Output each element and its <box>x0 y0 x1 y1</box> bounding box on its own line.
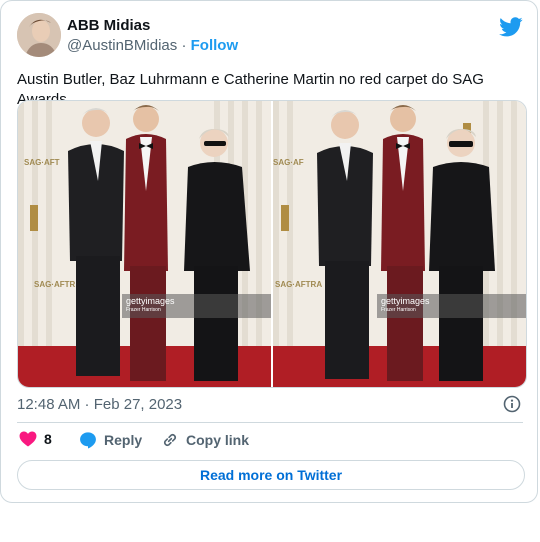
action-bar: 8 Reply Copy link <box>17 431 523 453</box>
reply-button[interactable]: Reply <box>79 431 142 449</box>
tweet-card: ABB Midias @AustinBMidias · Follow Austi… <box>0 0 538 503</box>
backdrop-logo-text: SAG·AFT <box>24 158 60 167</box>
photo-2[interactable]: SAG·AF SAG·AFTRA gettyimages Frazer Harr… <box>273 101 526 387</box>
backdrop-logo-text: SAG·AFTRA <box>275 280 322 289</box>
follow-button[interactable]: Follow <box>191 37 239 54</box>
backdrop-logo-text: SAG·AFTR <box>34 280 76 289</box>
speech-bubble-icon <box>80 432 96 449</box>
link-icon <box>163 433 177 447</box>
media-grid: SAG·AFT SAG·AFTR gettyimages Frazer Harr… <box>17 100 527 388</box>
copy-link-button[interactable]: Copy link <box>161 431 249 449</box>
tweet-timestamp[interactable]: 12:48 AM · Feb 27, 2023 <box>17 396 182 413</box>
read-more-button[interactable]: Read more on Twitter <box>17 460 525 490</box>
getty-watermark: gettyimages Frazer Harrison <box>122 294 271 318</box>
reply-label: Reply <box>104 432 143 448</box>
author-name[interactable]: ABB Midias <box>67 17 150 34</box>
watermark-credit: Frazer Harrison <box>381 307 416 313</box>
separator: · <box>181 37 187 54</box>
author-handle-row: @AustinBMidias · Follow <box>67 37 238 54</box>
watermark-text: gettyimages <box>126 296 175 306</box>
like-button[interactable]: 8 <box>19 431 52 447</box>
author-handle[interactable]: @AustinBMidias <box>67 37 177 54</box>
divider <box>17 422 523 423</box>
like-count: 8 <box>44 431 52 447</box>
twitter-bird-icon[interactable] <box>499 15 523 39</box>
info-icon[interactable] <box>503 395 521 413</box>
getty-watermark: gettyimages Frazer Harrison <box>377 294 526 318</box>
photo-1[interactable]: SAG·AFT SAG·AFTR gettyimages Frazer Harr… <box>18 101 271 387</box>
watermark-text: gettyimages <box>381 296 430 306</box>
avatar[interactable] <box>17 13 61 57</box>
watermark-credit: Frazer Harrison <box>126 307 161 313</box>
tweet-header: ABB Midias @AustinBMidias · Follow <box>17 13 523 59</box>
copy-link-label: Copy link <box>186 432 250 448</box>
heart-icon <box>19 431 37 447</box>
backdrop-logo-text: SAG·AF <box>273 158 304 167</box>
